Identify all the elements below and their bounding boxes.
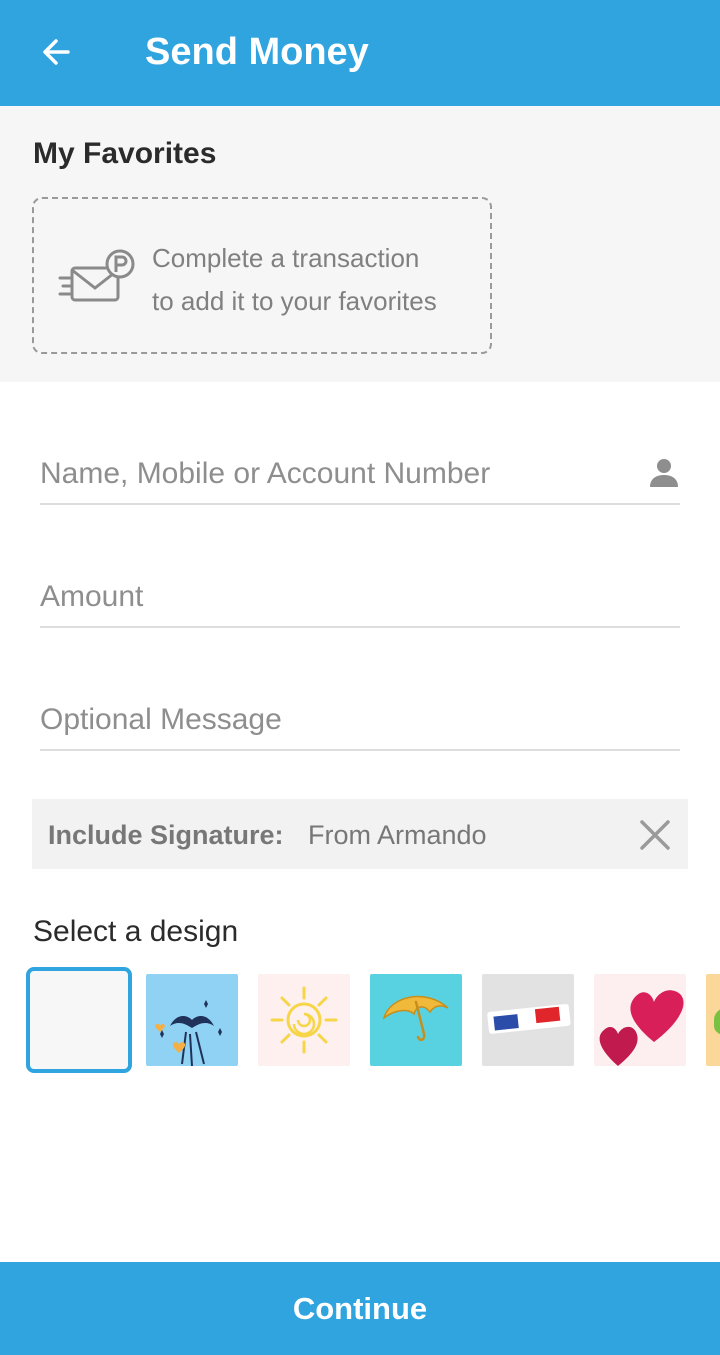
design-tile-blank[interactable] <box>26 967 132 1073</box>
favorites-empty-line2: to add it to your favorites <box>152 286 437 316</box>
mustache-design-icon <box>146 974 238 1066</box>
message-field <box>40 695 680 751</box>
favorites-empty-box: Complete a transaction to add it to your… <box>32 197 492 354</box>
design-tile-sun[interactable] <box>258 974 350 1066</box>
design-tile-mustache[interactable] <box>146 974 238 1066</box>
umbrella-design-icon <box>370 974 462 1066</box>
favorites-empty-line1: Complete a transaction <box>152 243 420 273</box>
design-tile-hearts[interactable] <box>594 974 686 1066</box>
app-bar: Send Money <box>0 0 720 106</box>
amount-input[interactable] <box>40 572 620 622</box>
message-input[interactable] <box>40 695 620 745</box>
close-icon[interactable] <box>638 818 672 852</box>
amount-field <box>40 572 680 628</box>
envelope-send-icon <box>58 249 135 302</box>
signature-label: Include Signature: <box>48 820 284 850</box>
recipient-input[interactable] <box>40 449 620 499</box>
3d-glasses-design-icon <box>482 974 574 1066</box>
design-carousel[interactable] <box>0 966 720 1076</box>
favorites-empty-message: Complete a transaction to add it to your… <box>152 237 482 323</box>
design-tile-umbrella[interactable] <box>370 974 462 1066</box>
arrow-left-icon <box>43 39 70 65</box>
page-title: Send Money <box>145 31 369 73</box>
signature-value[interactable]: From Armando <box>308 819 487 851</box>
hearts-design-icon <box>594 974 686 1066</box>
favorites-section: My Favorites Complete a transaction to a… <box>0 106 720 382</box>
burger-design-icon <box>706 974 720 1066</box>
continue-button[interactable]: Continue <box>0 1262 720 1355</box>
signature-row: Include Signature: From Armando <box>32 799 688 869</box>
favorites-heading: My Favorites <box>33 137 217 170</box>
sun-design-icon <box>258 974 350 1066</box>
person-icon[interactable] <box>648 457 680 489</box>
back-button[interactable] <box>34 30 78 74</box>
design-tile-burger[interactable] <box>706 974 720 1066</box>
design-tile-3d-glasses[interactable] <box>482 974 574 1066</box>
recipient-field <box>40 449 680 505</box>
design-heading: Select a design <box>33 915 239 948</box>
